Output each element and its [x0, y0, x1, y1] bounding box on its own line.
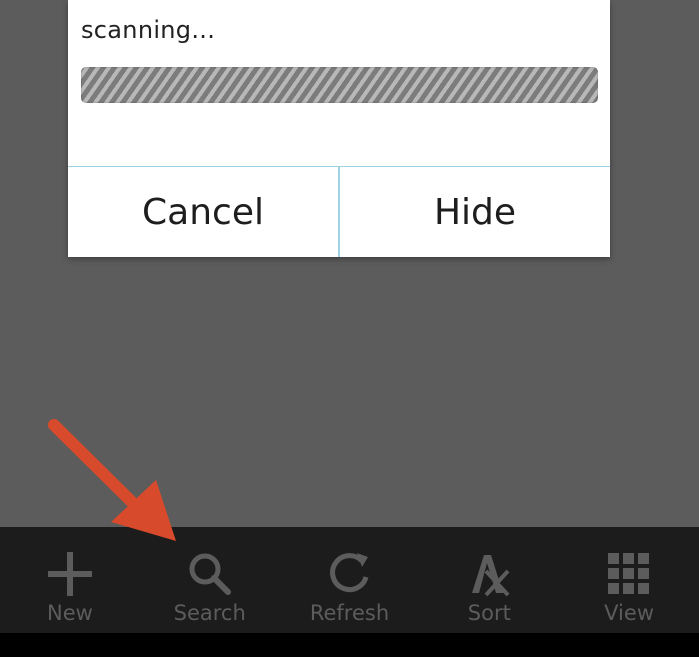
- search-button[interactable]: Search: [140, 527, 280, 633]
- view-button[interactable]: View: [559, 527, 699, 633]
- progress-bar-indeterminate: [81, 67, 598, 103]
- progress-dialog: scanning... Cancel Hide: [68, 0, 610, 257]
- system-nav-strip: [0, 633, 699, 657]
- grid-icon: [608, 553, 650, 594]
- search-label: Search: [173, 601, 246, 625]
- refresh-icon: [330, 553, 369, 593]
- sort-alpha-icon: [472, 555, 510, 597]
- new-button[interactable]: New: [0, 527, 140, 633]
- sort-button[interactable]: Sort: [419, 527, 559, 633]
- view-label: View: [604, 601, 654, 625]
- plus-icon: [47, 552, 92, 596]
- screen: scanning... Cancel Hide New Search Refre…: [0, 0, 699, 657]
- refresh-label: Refresh: [309, 601, 390, 625]
- bottom-toolbar: New Search Refresh Sort View: [0, 527, 699, 633]
- dialog-message: scanning...: [81, 16, 216, 44]
- sort-label: Sort: [467, 601, 511, 625]
- cancel-button[interactable]: Cancel: [68, 167, 338, 257]
- dialog-button-bar: Cancel Hide: [68, 166, 610, 257]
- new-label: New: [46, 601, 93, 625]
- refresh-button[interactable]: Refresh: [280, 527, 420, 633]
- search-icon: [189, 553, 231, 595]
- hide-button[interactable]: Hide: [338, 167, 610, 257]
